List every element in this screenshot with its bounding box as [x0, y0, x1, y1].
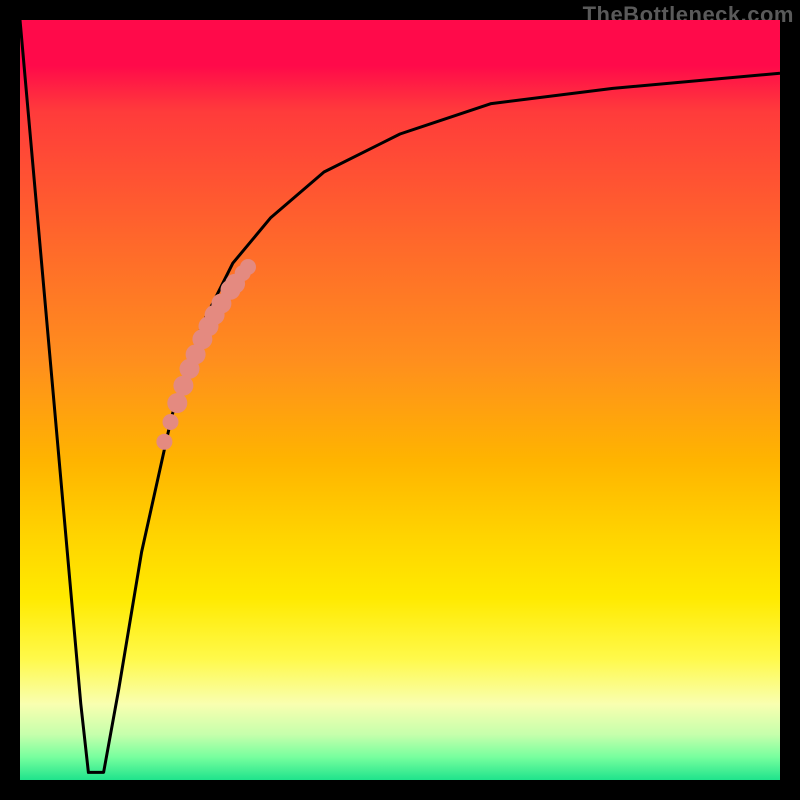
- plot-area: [20, 20, 780, 780]
- highlight-point: [163, 414, 179, 430]
- highlight-point: [156, 434, 172, 450]
- chart-frame: TheBottleneck.com: [0, 0, 800, 800]
- chart-svg: [20, 20, 780, 780]
- bottleneck-curve: [20, 20, 780, 772]
- highlight-point: [167, 393, 187, 413]
- highlight-points: [156, 259, 256, 450]
- highlight-point: [240, 259, 256, 275]
